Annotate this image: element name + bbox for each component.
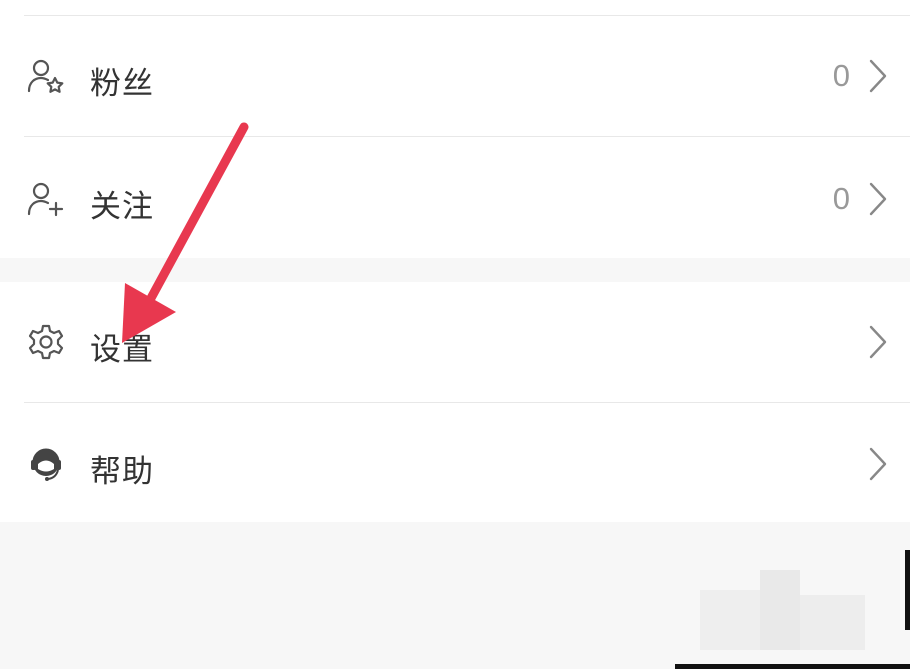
menu-item-help[interactable]: 帮助 [0,403,910,522]
menu-item-following[interactable]: 关注 0 [0,137,910,258]
user-star-icon [26,56,66,96]
headset-icon [26,444,66,484]
menu-item-settings[interactable]: 设置 [0,282,910,402]
menu-item-label: 关注 [90,189,154,225]
chevron-right-icon [868,58,888,94]
pixelated-region [700,590,760,650]
gear-icon [26,322,66,362]
edge-artifact [905,550,910,630]
fans-count: 0 [832,58,850,93]
edge-artifact [675,664,910,669]
menu-group-system: 设置 帮助 [0,282,910,522]
chevron-right-icon [868,181,888,217]
menu-group-social: 粉丝 0 关注 0 [0,0,910,258]
chevron-right-icon [868,324,888,360]
menu-item-label: 帮助 [90,454,154,490]
chevron-right-icon [868,446,888,482]
menu-item-label: 粉丝 [90,66,154,102]
following-count: 0 [832,181,850,216]
menu-item-label: 设置 [90,332,154,368]
menu-item-fans[interactable]: 粉丝 0 [0,16,910,136]
pixelated-region [760,570,800,650]
user-add-icon [26,179,66,219]
pixelated-region [800,595,865,650]
